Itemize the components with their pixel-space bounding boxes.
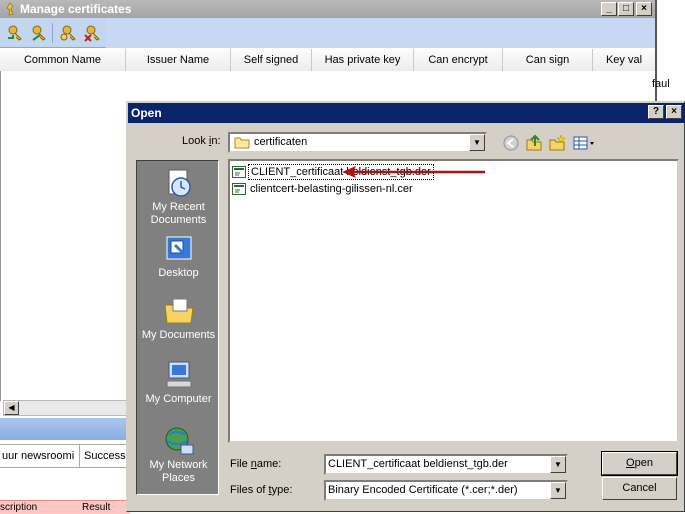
dialog-title: Open <box>131 106 162 120</box>
chevron-down-icon[interactable]: ▼ <box>550 456 566 473</box>
column-key-val[interactable]: Key val <box>593 49 656 71</box>
column-can-sign[interactable]: Can sign <box>503 49 593 71</box>
place-my-network-places[interactable]: My Network Places <box>137 425 220 485</box>
look-in-combo[interactable]: certificaten ▼ <box>228 132 487 153</box>
certificate-add-icon[interactable] <box>60 24 78 42</box>
file-name-text: clientcert-belasting-gilissen-nl.cer <box>250 183 413 195</box>
up-folder-icon[interactable] <box>525 134 543 152</box>
toolbar-separator <box>52 23 53 43</box>
look-in-value: certificaten <box>254 136 308 148</box>
back-icon[interactable] <box>502 134 520 152</box>
new-folder-icon[interactable] <box>548 134 566 152</box>
close-button[interactable]: × <box>636 2 652 16</box>
file-name-label: File name: <box>230 458 282 470</box>
file-list[interactable]: CLIENT_certificaat beldienst_tgb.der cli… <box>228 159 679 443</box>
dialog-title-bar[interactable]: Open <box>128 103 685 123</box>
place-label-recent-2: Documents <box>150 214 207 226</box>
certificate-file-icon <box>232 166 246 178</box>
place-label-network-2: Places <box>161 472 196 484</box>
maximize-button[interactable]: □ <box>618 2 634 16</box>
certificate-list-header: Common Name Issuer Name Self signed Has … <box>0 49 656 71</box>
chevron-down-icon[interactable]: ▼ <box>550 482 566 499</box>
log-cell-status: Success <box>80 445 130 467</box>
network-places-icon <box>165 427 193 455</box>
horizontal-scrollbar[interactable]: ◀ <box>3 400 133 416</box>
place-my-computer[interactable]: My Computer <box>137 359 220 406</box>
file-type-combo[interactable]: Binary Encoded Certificate (*.cer;*.der)… <box>324 480 568 501</box>
certificate-app-icon <box>6 2 14 16</box>
view-menu-icon[interactable] <box>572 134 596 152</box>
log-grid: uur newsroomi Success <box>0 444 130 468</box>
place-label-my-documents: My Documents <box>141 329 216 341</box>
place-desktop[interactable]: Desktop <box>137 233 220 280</box>
import-certificate-icon[interactable] <box>6 24 24 42</box>
recent-documents-icon <box>168 169 191 197</box>
result-col-description: scription <box>0 502 38 513</box>
column-can-encrypt[interactable]: Can encrypt <box>414 49 503 71</box>
details-panel-bar <box>0 418 130 440</box>
column-issuer-name[interactable]: Issuer Name <box>126 49 231 71</box>
help-button[interactable]: ? <box>648 105 664 119</box>
open-button[interactable]: Open <box>601 451 678 476</box>
place-label-network-1: My Network <box>149 459 208 471</box>
export-certificate-icon[interactable] <box>30 24 48 42</box>
bg-window-title: Manage certificates <box>20 2 132 16</box>
place-label-desktop: Desktop <box>158 267 199 279</box>
places-bar: My Recent Documents Desktop My Documents… <box>136 160 219 495</box>
toolbar-filler <box>106 18 656 48</box>
file-name-input[interactable]: CLIENT_certificaat beldienst_tgb.der ▼ <box>324 454 568 475</box>
log-cell-name: uur newsroomi <box>0 445 80 467</box>
folder-icon <box>234 137 250 149</box>
dialog-close-button[interactable]: × <box>666 105 682 119</box>
scroll-left-icon[interactable]: ◀ <box>4 401 19 415</box>
desktop-icon <box>166 236 191 260</box>
place-my-documents[interactable]: My Documents <box>137 295 220 342</box>
cancel-button[interactable]: Cancel <box>602 477 677 500</box>
bg-title-bar[interactable]: Manage certificates <box>0 0 656 18</box>
my-computer-icon <box>166 361 191 388</box>
look-in-label: Look in: <box>182 135 221 147</box>
file-type-label: Files of type: <box>230 484 293 496</box>
column-common-name[interactable]: Common Name <box>0 49 126 71</box>
column-self-signed[interactable]: Self signed <box>231 49 312 71</box>
result-col-result: Result <box>82 502 111 513</box>
file-type-value: Binary Encoded Certificate (*.cer;*.der) <box>328 484 518 496</box>
open-dialog: Open ? × Look in: certificaten ▼ My Rece… <box>126 101 685 512</box>
file-name-value: CLIENT_certificaat beldienst_tgb.der <box>328 458 508 470</box>
place-my-recent-documents[interactable]: My Recent Documents <box>137 167 220 227</box>
minimize-button[interactable]: _ <box>601 2 617 16</box>
certificate-delete-icon[interactable] <box>84 24 102 42</box>
certificate-file-icon <box>232 183 246 195</box>
place-label-my-computer: My Computer <box>145 393 212 405</box>
place-label-recent-1: My Recent <box>152 201 205 213</box>
my-documents-icon <box>163 298 194 324</box>
chevron-down-icon[interactable]: ▼ <box>469 134 485 151</box>
cell-key-default: faul <box>652 78 670 90</box>
column-has-private-key[interactable]: Has private key <box>312 49 414 71</box>
annotation-arrow-icon <box>342 166 485 178</box>
